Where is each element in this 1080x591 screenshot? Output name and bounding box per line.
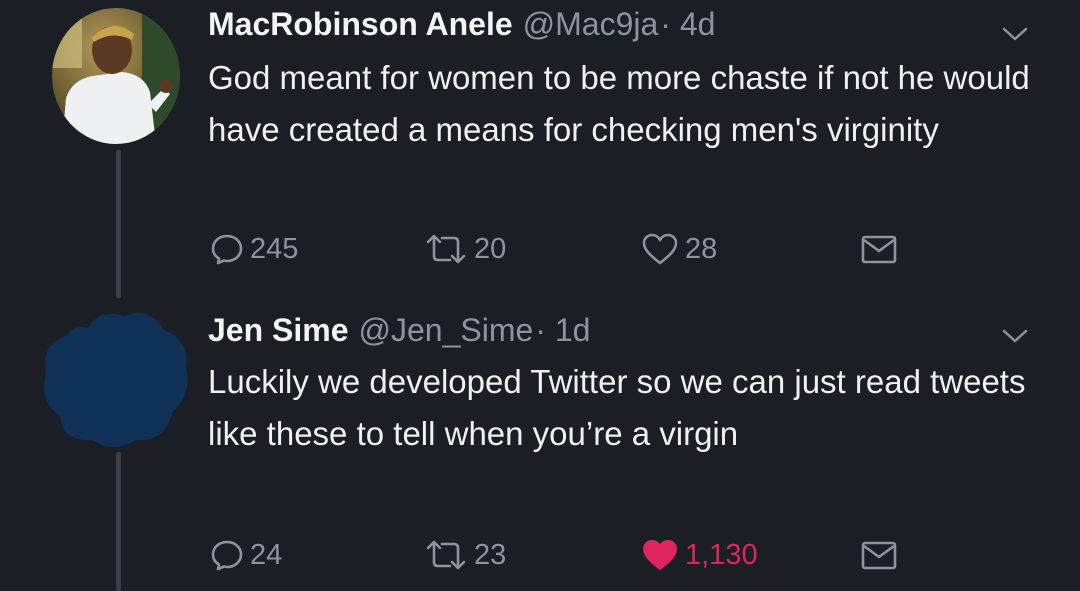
tweet-actions: 24 23 1,130 [208,535,908,575]
like-count: 28 [685,232,718,265]
display-name[interactable]: Jen Sime [208,312,349,349]
tweet-actions: 245 20 28 [208,229,908,269]
chevron-down-icon[interactable] [1000,326,1030,346]
tweet-text: God meant for women to be more chaste if… [208,59,1030,148]
tweet-timestamp[interactable]: · 4d [660,6,715,43]
reply-icon [211,540,243,571]
reply-button[interactable]: 24 [210,535,282,575]
like-button[interactable]: 28 [641,229,717,269]
share-icon [861,235,897,264]
chevron-down-icon[interactable] [1000,24,1030,44]
redacted-avatar [43,313,188,447]
tweet-header: MacRobinson Anele @Mac9ja · 4d [208,6,715,43]
reply-count: 24 [250,538,283,571]
share-button[interactable] [860,229,904,269]
avatar[interactable] [52,8,180,144]
reply-button[interactable]: 245 [210,229,298,269]
user-handle[interactable]: @Jen_Sime [359,312,534,349]
retweet-button[interactable]: 23 [424,535,506,575]
reply-count: 245 [250,232,299,265]
share-button[interactable] [860,535,904,575]
avatar[interactable] [40,308,190,452]
tweet-header: Jen Sime @Jen_Sime · 1d [208,312,590,349]
retweet-icon [426,540,466,570]
display-name[interactable]: MacRobinson Anele [208,6,513,43]
retweet-count: 20 [474,232,507,265]
thread-connector-top [116,150,121,298]
tweet-text: Luckily we developed Twitter so we can j… [208,363,1026,452]
like-count: 1,130 [685,538,758,571]
tweet-timestamp[interactable]: · 1d [535,312,590,349]
retweet-icon [426,234,466,264]
retweet-count: 23 [474,538,507,571]
share-icon [861,541,897,570]
thread-connector-bottom [116,452,121,591]
like-icon-filled [643,540,677,570]
reply-icon [211,234,243,265]
like-button[interactable]: 1,130 [641,535,758,575]
retweet-button[interactable]: 20 [424,229,506,269]
profile-photo [52,8,180,144]
like-icon [642,233,678,265]
user-handle[interactable]: @Mac9ja [523,6,659,43]
tweet-thread: MacRobinson Anele @Mac9ja · 4d God meant… [0,0,1080,591]
